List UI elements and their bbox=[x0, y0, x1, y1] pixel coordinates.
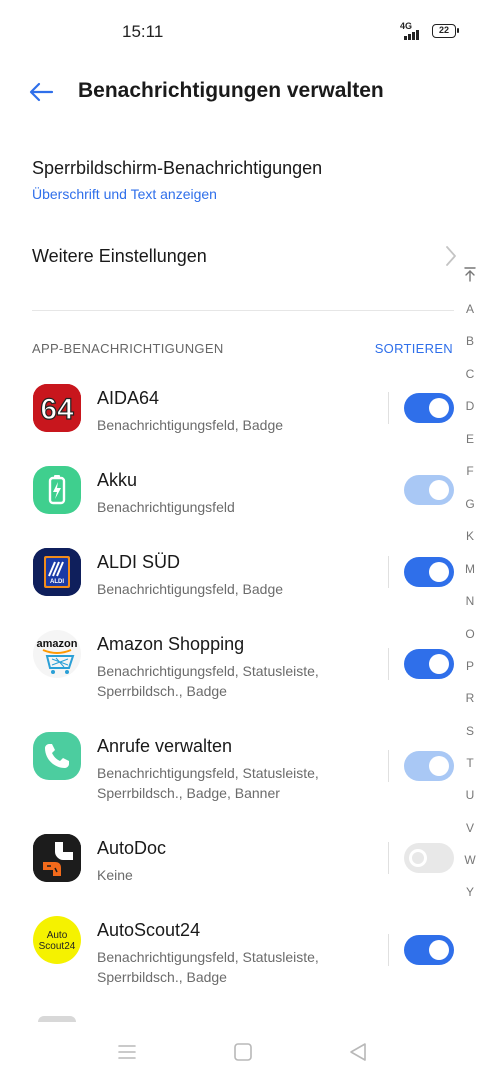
back-triangle-icon bbox=[350, 1043, 366, 1061]
app-name: Amazon Shopping bbox=[97, 634, 245, 654]
signal-icon: 4G bbox=[398, 21, 424, 40]
phone-icon bbox=[33, 732, 81, 780]
autoscout-icon-text-2: Scout24 bbox=[39, 941, 76, 952]
index-letter[interactable]: N bbox=[460, 594, 480, 608]
separator bbox=[388, 934, 389, 966]
section-title: APP-BENACHRICHTIGUNGEN bbox=[32, 341, 224, 356]
nav-back-button[interactable] bbox=[346, 1040, 370, 1064]
sort-button[interactable]: SORTIEREN bbox=[375, 341, 453, 356]
navigation-bar bbox=[0, 1026, 486, 1080]
menu-button[interactable] bbox=[115, 1040, 139, 1064]
app-detail: Keine bbox=[97, 867, 133, 883]
index-letter[interactable]: A bbox=[460, 302, 480, 316]
home-button[interactable] bbox=[231, 1040, 255, 1064]
index-letter[interactable]: S bbox=[460, 724, 480, 738]
index-letter[interactable]: T bbox=[460, 756, 480, 770]
index-letter[interactable]: K bbox=[460, 529, 480, 543]
menu-icon bbox=[118, 1045, 136, 1059]
app-detail: Benachrichtigungsfeld bbox=[97, 499, 235, 515]
index-letter[interactable]: C bbox=[460, 367, 480, 381]
notification-toggle[interactable] bbox=[404, 393, 454, 423]
home-square-icon bbox=[234, 1043, 252, 1061]
status-bar: 15:11 4G 22 bbox=[0, 0, 486, 62]
lockscreen-title: Sperrbildschirm-Benachrichtigungen bbox=[32, 158, 323, 178]
autoscout-icon-text-1: Auto bbox=[47, 930, 68, 941]
notification-toggle[interactable] bbox=[404, 935, 454, 965]
battery-app-icon bbox=[33, 466, 81, 514]
lockscreen-notifications-item[interactable]: Sperrbildschirm-Benachrichtigungen Übers… bbox=[32, 158, 462, 210]
index-letter[interactable]: G bbox=[460, 497, 480, 511]
notification-toggle[interactable] bbox=[404, 843, 454, 873]
list-item[interactable]: AutoDoc Keine bbox=[0, 830, 486, 912]
app-name: Anrufe verwalten bbox=[97, 736, 233, 756]
app-name: AutoScout24 bbox=[97, 920, 201, 940]
list-item[interactable]: Anrufe verwalten Benachrichtigungsfeld, … bbox=[0, 728, 486, 830]
back-button[interactable] bbox=[26, 76, 58, 108]
aldi-icon: ALDI bbox=[33, 548, 81, 596]
separator bbox=[388, 842, 389, 874]
aldi-icon-text: ALDI bbox=[50, 579, 64, 585]
list-item[interactable]: Akku Benachrichtigungsfeld bbox=[0, 462, 486, 544]
list-item[interactable]: amazon Amazon Shopping Benachrichtigungs… bbox=[0, 626, 486, 728]
index-letter[interactable]: F bbox=[460, 464, 480, 478]
notification-toggle[interactable] bbox=[404, 475, 454, 505]
index-letter[interactable]: E bbox=[460, 432, 480, 446]
header: Benachrichtigungen verwalten bbox=[0, 62, 486, 122]
list-item[interactable]: Auto Scout24 AutoScout24 Benachrichtigun… bbox=[0, 912, 486, 1014]
next-app-icon bbox=[38, 1016, 76, 1022]
arrow-left-icon bbox=[29, 82, 54, 102]
list-item[interactable]: 64 AIDA64 Benachrichtigungsfeld, Badge bbox=[0, 380, 486, 462]
app-detail: Benachrichtigungsfeld, Badge bbox=[97, 417, 284, 433]
more-settings-title: Weitere Einstellungen bbox=[32, 246, 207, 266]
app-detail: Benachrichtigungsfeld, Badge bbox=[97, 581, 284, 597]
app-detail: Benachrichtigungsfeld, Statusleiste, Spe… bbox=[97, 663, 319, 699]
index-letter[interactable]: D bbox=[460, 399, 480, 413]
lockscreen-value: Überschrift und Text anzeigen bbox=[32, 186, 217, 202]
status-time: 15:11 bbox=[122, 22, 164, 41]
app-detail: Benachrichtigungsfeld, Statusleiste, Spe… bbox=[97, 765, 319, 801]
chevron-right-icon bbox=[446, 246, 456, 266]
amazon-icon-text: amazon bbox=[37, 638, 78, 650]
index-letter[interactable]: O bbox=[460, 627, 480, 641]
notification-toggle[interactable] bbox=[404, 649, 454, 679]
index-letter[interactable]: Y bbox=[460, 885, 480, 899]
separator bbox=[388, 556, 389, 588]
app-name: ALDI SÜD bbox=[97, 552, 181, 572]
page-title: Benachrichtigungen verwalten bbox=[78, 79, 384, 102]
amazon-icon: amazon bbox=[33, 630, 81, 678]
aida-icon-text: 64 bbox=[40, 393, 74, 426]
index-letter[interactable]: W bbox=[460, 853, 480, 867]
more-settings-item[interactable]: Weitere Einstellungen bbox=[32, 240, 462, 276]
list-item[interactable]: ALDI ALDI SÜD Benachrichtigungsfeld, Bad… bbox=[0, 544, 486, 626]
scroll-top-icon[interactable] bbox=[460, 266, 480, 285]
index-letter[interactable]: V bbox=[460, 821, 480, 835]
aida64-icon: 64 bbox=[33, 384, 81, 432]
app-name: AIDA64 bbox=[97, 388, 160, 408]
notification-toggle[interactable] bbox=[404, 751, 454, 781]
index-letter[interactable]: B bbox=[460, 334, 480, 348]
index-letter[interactable]: U bbox=[460, 788, 480, 802]
index-letter[interactable]: M bbox=[460, 562, 480, 576]
app-detail: Benachrichtigungsfeld, Statusleiste, Spe… bbox=[97, 949, 319, 985]
separator bbox=[388, 648, 389, 680]
notification-toggle[interactable] bbox=[404, 557, 454, 587]
divider bbox=[32, 310, 454, 311]
index-letter[interactable]: R bbox=[460, 691, 480, 705]
autoscout24-icon: Auto Scout24 bbox=[33, 916, 81, 964]
battery-icon: 22 bbox=[432, 24, 459, 38]
app-name: AutoDoc bbox=[97, 838, 167, 858]
separator bbox=[388, 392, 389, 424]
autodoc-icon bbox=[33, 834, 81, 882]
app-name: Akku bbox=[97, 470, 138, 490]
index-letter[interactable]: P bbox=[460, 659, 480, 673]
separator bbox=[388, 750, 389, 782]
